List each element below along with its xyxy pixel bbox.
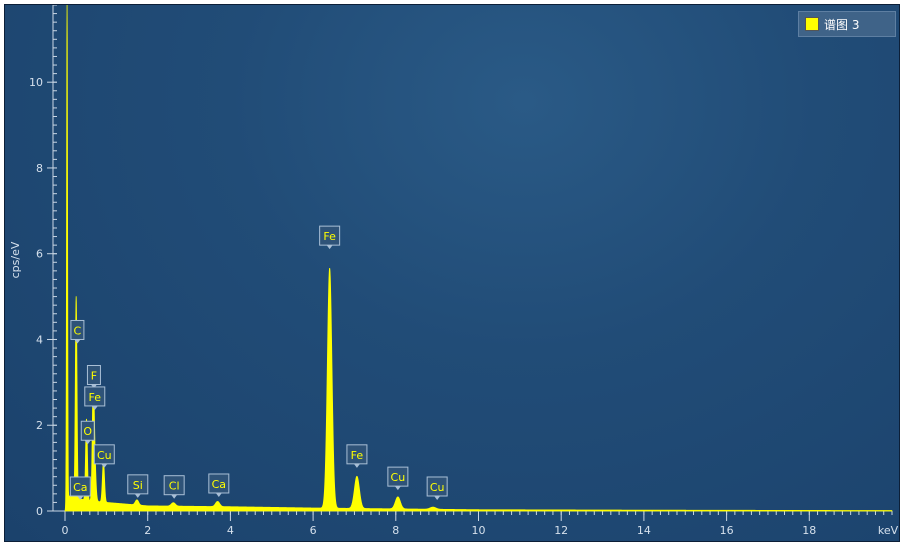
peak-tag-label: Si [133, 479, 143, 492]
x-tick-label: 12 [554, 524, 568, 537]
peak-tag: Cu [387, 466, 409, 491]
peak-tag: Fe [346, 444, 368, 468]
x-tick-label: 2 [144, 524, 151, 537]
peak-tag-pointer [215, 492, 222, 497]
y-tick-label: 0 [36, 505, 43, 518]
peak-tag-pointer [326, 245, 333, 250]
peak-tag-pointer [434, 495, 441, 500]
peak-tag: Fe [84, 386, 106, 410]
peak-tag: Fe [319, 225, 341, 250]
y-tick-label: 4 [36, 333, 43, 346]
x-tick-label: 14 [637, 524, 651, 537]
peak-tag: Cl [163, 475, 185, 499]
peak-tag: Si [127, 474, 149, 498]
y-tick-label: 8 [36, 162, 43, 175]
peak-tag-label: O [83, 425, 92, 438]
peak-tag: Cu [93, 444, 115, 468]
peak-tag-label: Ca [73, 481, 87, 494]
x-tick-label: 6 [310, 524, 317, 537]
peak-tag-pointer [171, 494, 178, 499]
x-tick-label: 10 [472, 524, 486, 537]
peak-tag-label: Fe [351, 449, 364, 462]
x-tick-label: 0 [62, 524, 69, 537]
spectrum-chart-panel: 0 2 4 6 8 10 0 2 4 6 8 10 12 14 16 18 keV cps/eV C F Fe O Cu Ca… [4, 4, 900, 542]
spectrum-series [64, 5, 893, 512]
x-tick-label: 4 [227, 524, 234, 537]
y-axis-label: cps/eV [9, 241, 22, 278]
peak-tag-label: Cu [97, 449, 112, 462]
legend-label: 谱图 3 [824, 17, 860, 32]
x-axis-label: keV [878, 524, 899, 537]
peak-tag-label: C [74, 324, 82, 337]
spectrum-chart: 0 2 4 6 8 10 0 2 4 6 8 10 12 14 16 18 keV cps/eV C F Fe O Cu Ca… [9, 5, 899, 537]
legend-swatch [805, 17, 819, 31]
peak-tag-label: Fe [323, 230, 336, 243]
peak-tag-label: Cu [430, 481, 445, 494]
peak-tag-pointer [101, 463, 108, 468]
peak-tag-label: Cu [391, 471, 406, 484]
x-tick-label: 8 [392, 524, 399, 537]
legend[interactable]: 谱图 3 [798, 11, 896, 37]
peak-tag-label: Fe [89, 391, 102, 404]
x-tick-label: 18 [802, 524, 816, 537]
y-tick-label: 10 [29, 76, 43, 89]
peak-tag-label: F [91, 370, 97, 383]
peak-tag: F [86, 365, 101, 389]
peak-tag-pointer [394, 486, 401, 491]
peak-tag-label: Ca [212, 478, 226, 491]
y-tick-label: 6 [36, 248, 43, 261]
peak-tag: C [70, 319, 85, 344]
peak-tag-pointer [353, 463, 360, 468]
x-tick-label: 16 [720, 524, 734, 537]
peak-tag-label: Cl [169, 480, 180, 493]
peak-tag-pointer [134, 493, 141, 498]
peak-tag: Cu [426, 476, 448, 500]
peak-tag: Ca [208, 473, 230, 497]
y-tick-label: 2 [36, 419, 43, 432]
